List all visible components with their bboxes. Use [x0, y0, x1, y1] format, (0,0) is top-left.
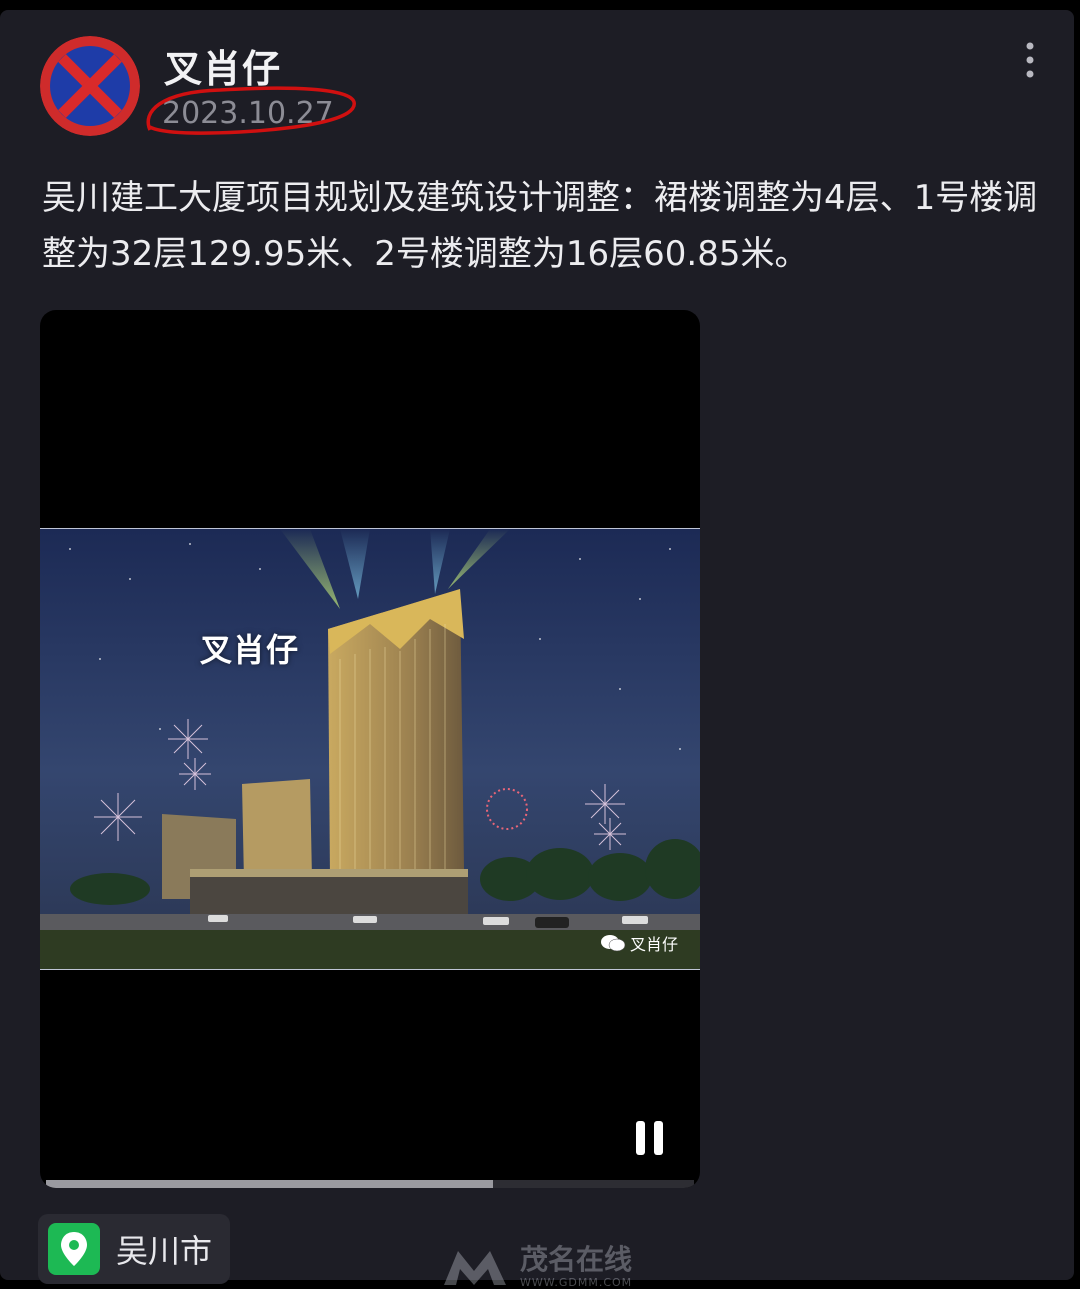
video-watermark: 叉肖仔	[600, 931, 678, 955]
video-progress-fill	[46, 1180, 494, 1188]
hand-drawn-circle	[146, 86, 356, 135]
video-player[interactable]: 叉肖仔 叉肖仔	[40, 310, 700, 1188]
more-vertical-icon	[1026, 42, 1034, 78]
site-logo-icon	[444, 1251, 506, 1285]
no-parking-sign-icon	[40, 36, 140, 136]
video-overlay-name: 叉肖仔	[200, 631, 300, 669]
site-url: WWW.GDMM.COM	[520, 1276, 633, 1289]
pause-button[interactable]	[630, 1118, 670, 1158]
screen: 叉肖仔 2023.10.27 吴川建工大厦项目规划及建筑设计调整：裙楼调整为4层…	[0, 0, 1080, 1288]
video-progress-bar[interactable]	[46, 1180, 694, 1188]
wechat-icon	[601, 935, 626, 952]
post-text: 吴川建工大厦项目规划及建筑设计调整：裙楼调整为4层、1号楼调整为32层129.9…	[42, 178, 1038, 274]
site-name: 茂名在线	[520, 1243, 633, 1276]
location-pin-icon	[48, 1223, 100, 1275]
location-label: 吴川市	[116, 1232, 213, 1270]
watermark-text: 叉肖仔	[630, 935, 679, 954]
post-card: 叉肖仔 2023.10.27 吴川建工大厦项目规划及建筑设计调整：裙楼调整为4层…	[0, 10, 1074, 1288]
more-options-button[interactable]	[1010, 40, 1050, 80]
location-tag[interactable]: 吴川市	[38, 1214, 231, 1284]
site-watermark: 茂名在线 WWW.GDMM.COM	[440, 1246, 632, 1288]
video-frame: 叉肖仔 叉肖仔	[40, 528, 700, 970]
avatar[interactable]	[40, 36, 140, 136]
pause-icon	[636, 1121, 663, 1155]
building-rendering-image	[40, 529, 700, 970]
